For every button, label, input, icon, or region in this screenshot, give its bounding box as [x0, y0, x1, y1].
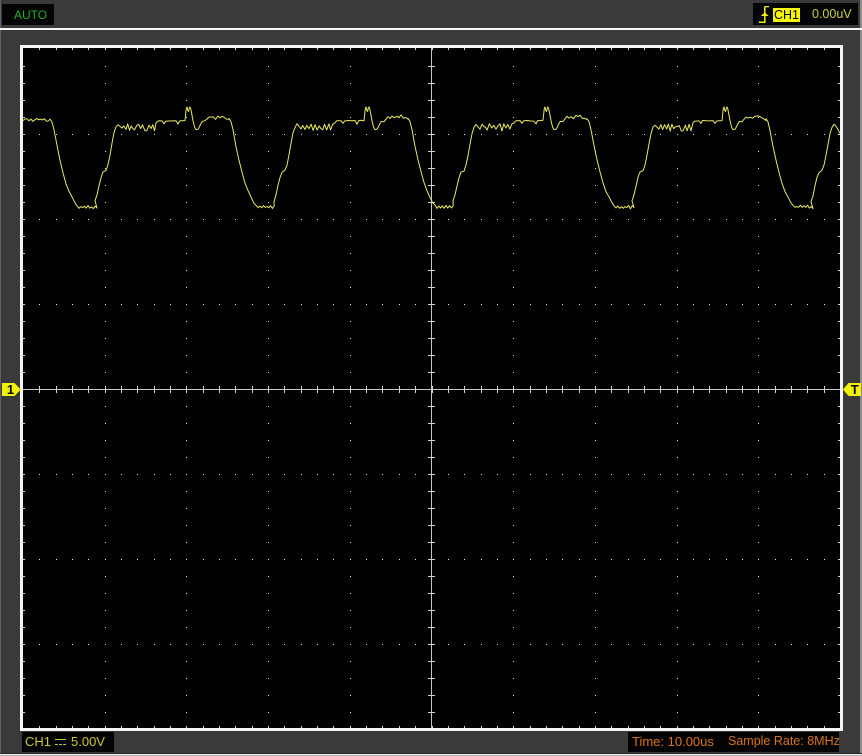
svg-text:1: 1	[7, 382, 14, 397]
svg-text:T: T	[851, 382, 859, 397]
